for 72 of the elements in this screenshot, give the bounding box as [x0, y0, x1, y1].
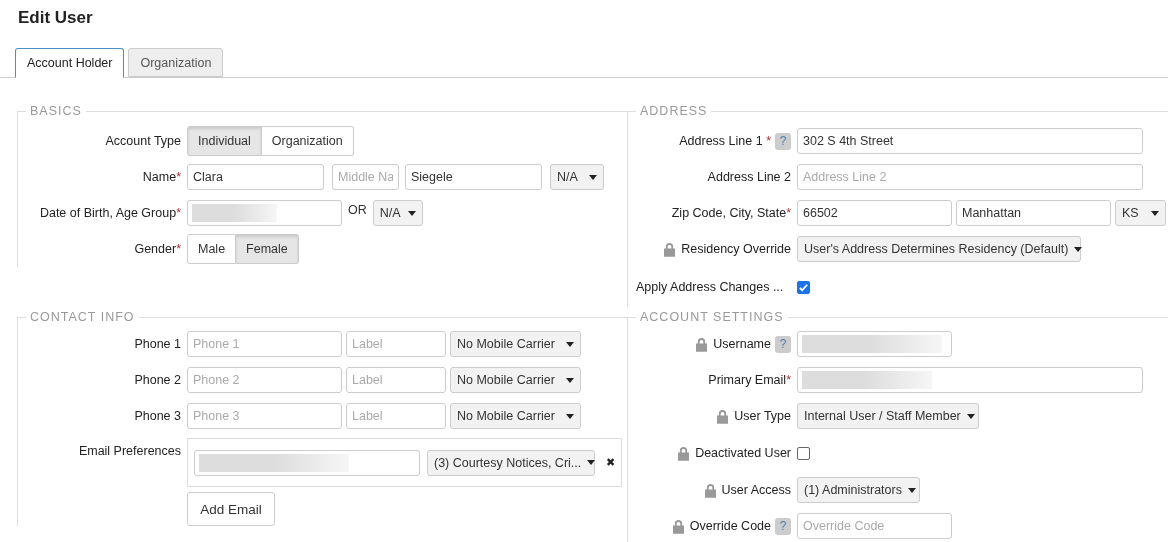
phone-label-field[interactable]: Label — [346, 367, 446, 393]
caret-icon — [587, 460, 596, 465]
suffix-dropdown[interactable]: N/A — [550, 164, 604, 190]
field-label: Account Type — [105, 134, 181, 148]
carrier-dropdown[interactable]: No Mobile Carrier — [450, 367, 581, 393]
user-type-dropdown[interactable]: Internal User / Staff Member — [797, 403, 979, 429]
username-field[interactable] — [797, 331, 952, 357]
checkbox[interactable] — [797, 280, 810, 294]
field-label: Phone 3 — [134, 409, 181, 423]
address-line-field[interactable]: 302 S 4th Street — [797, 128, 1143, 154]
checkbox[interactable] — [797, 446, 810, 460]
section-heading: ACCOUNT SETTINGS — [639, 310, 785, 324]
carrier-dropdown[interactable]: No Mobile Carrier — [450, 403, 581, 429]
age-group-dropdown[interactable]: N/A — [372, 200, 423, 226]
city-field[interactable]: Manhattan — [956, 200, 1111, 226]
field-label: Name* — [142, 170, 181, 184]
zip-code-field[interactable]: 66502 — [797, 200, 952, 226]
field-label: User Access — [721, 483, 791, 497]
caret-icon — [589, 174, 597, 180]
birth-date-field[interactable] — [187, 200, 342, 226]
phone-field[interactable]: Phone 2 — [187, 367, 342, 393]
caret-icon — [1074, 246, 1083, 252]
field-label: Username — [713, 337, 771, 351]
tab[interactable]: Organization — [128, 48, 224, 77]
segment-button[interactable]: Female — [236, 234, 299, 264]
address-line-field[interactable]: Address Line 2 — [797, 164, 1143, 190]
user-access-dropdown[interactable]: (1) Administrators — [797, 477, 920, 503]
phone-label-field[interactable]: Label — [346, 403, 446, 429]
tab[interactable]: Account Holder — [15, 48, 125, 78]
remove-button[interactable]: ✖ — [602, 456, 615, 469]
carrier-dropdown[interactable]: No Mobile Carrier — [450, 331, 581, 357]
caret-icon — [407, 210, 416, 216]
section-heading: ADDRESS — [639, 104, 709, 118]
residency-dropdown[interactable]: User's Address Determines Residency (Default) — [797, 236, 1081, 262]
phone-field[interactable]: Phone 3 — [187, 403, 342, 429]
or-label: OR — [348, 203, 367, 217]
phone-label-field[interactable]: Label — [346, 331, 446, 357]
section-heading: CONTACT INFO — [29, 310, 136, 324]
field-label: Zip Code, City, State* — [671, 206, 791, 220]
segment-button[interactable]: Male — [187, 234, 237, 264]
caret-icon — [1151, 210, 1159, 216]
field-label: Address Line 1 * — [679, 134, 771, 148]
field-label: Phone 1 — [134, 337, 181, 351]
field-label: Email Preferences — [78, 444, 181, 458]
field-label: User Type — [734, 409, 791, 423]
primary-email-field[interactable] — [797, 367, 1143, 393]
field-label: Override Code — [689, 519, 771, 533]
page-title: Edit User — [17, 7, 94, 29]
section-heading: BASICS — [29, 104, 83, 118]
field-label: Gender* — [134, 242, 181, 256]
caret-icon — [566, 413, 574, 419]
field-label: Primary Email* — [708, 373, 791, 387]
caret-icon — [566, 377, 574, 383]
add-email-button[interactable]: Add Email — [187, 492, 275, 526]
field-label: Address Line 2 — [707, 170, 791, 184]
first-name-field[interactable]: Clara — [187, 164, 324, 190]
caret-icon — [966, 413, 975, 419]
override-code-field[interactable]: Override Code — [797, 513, 952, 539]
field-label: Deactivated User — [695, 446, 791, 460]
field-label: Phone 2 — [134, 373, 181, 387]
field-label: Apply Address Changes ... — [636, 280, 784, 294]
segment-button[interactable]: Individual — [187, 126, 262, 156]
phone-field[interactable]: Phone 1 — [187, 331, 342, 357]
field-label: Date of Birth, Age Group* — [39, 206, 181, 220]
state-dropdown[interactable]: KS — [1115, 200, 1166, 226]
email-field[interactable] — [194, 449, 420, 476]
field-label: Residency Override — [681, 242, 791, 256]
caret-icon — [566, 341, 574, 347]
segment-button[interactable]: Organization — [261, 126, 354, 156]
last-name-field[interactable]: Siegele — [405, 164, 542, 190]
caret-icon — [907, 487, 916, 493]
preference-dropdown[interactable]: (3) Courtesy Notices, Cri... — [427, 449, 595, 476]
